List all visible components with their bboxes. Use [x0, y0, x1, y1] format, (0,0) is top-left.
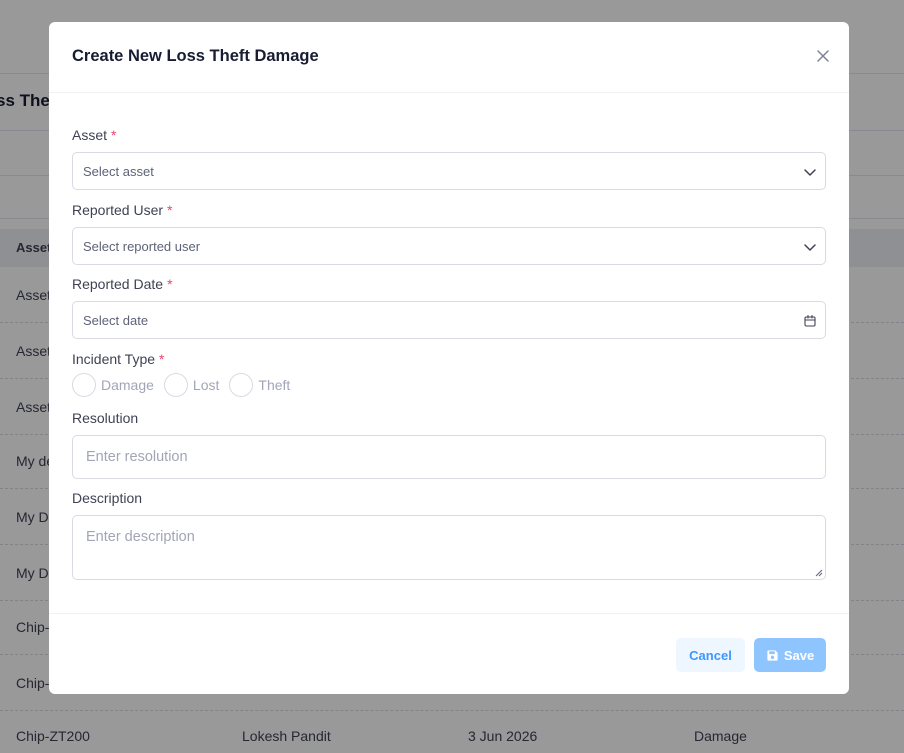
- chevron-down-icon: [804, 169, 816, 176]
- radio-button[interactable]: [72, 373, 96, 397]
- reported-user-select-placeholder: Select reported user: [83, 239, 201, 254]
- incident-type-radio-group: Damage Lost Theft: [72, 373, 300, 397]
- radio-button[interactable]: [163, 373, 188, 397]
- resolution-label: Resolution: [72, 410, 139, 426]
- incident-type-theft[interactable]: Theft: [229, 373, 290, 397]
- save-button-label: Save: [783, 647, 815, 663]
- incident-type-label: Incident Type *: [72, 351, 164, 367]
- description-textarea[interactable]: Enter description: [72, 515, 826, 580]
- description-label: Description: [72, 490, 143, 506]
- incident-type-damage[interactable]: Damage: [72, 373, 154, 397]
- asset-label: Asset *: [72, 127, 116, 143]
- asset-select[interactable]: Select asset: [72, 152, 826, 190]
- calendar-icon[interactable]: [803, 314, 817, 328]
- reported-user-select[interactable]: Select reported user: [72, 227, 826, 265]
- reported-date-picker[interactable]: Select date: [72, 301, 826, 339]
- resolution-placeholder: Enter resolution: [86, 449, 188, 465]
- modal-header: Create New Loss Theft Damage: [49, 22, 849, 93]
- reported-user-label-text: Reported User: [72, 202, 164, 218]
- required-marker: *: [167, 202, 173, 218]
- reported-date-label-text: Reported Date: [72, 276, 164, 292]
- required-marker: *: [111, 127, 117, 143]
- incident-type-label-text: Incident Type: [72, 351, 156, 367]
- asset-label-text: Asset: [72, 127, 108, 143]
- reported-date-label: Reported Date *: [72, 276, 173, 292]
- required-marker: *: [167, 276, 173, 292]
- radio-label: Lost: [192, 377, 220, 393]
- description-placeholder: Enter description: [86, 529, 195, 545]
- incident-type-lost[interactable]: Lost: [163, 373, 220, 397]
- save-button[interactable]: Save: [754, 638, 826, 672]
- radio-label: Theft: [258, 377, 291, 393]
- close-icon[interactable]: [815, 48, 831, 64]
- required-marker: *: [159, 351, 165, 367]
- reported-date-placeholder: Select date: [83, 313, 149, 328]
- floppy-disk-icon: [767, 649, 778, 661]
- create-loss-theft-damage-modal: Create New Loss Theft Damage Asset * Sele…: [49, 22, 849, 694]
- resize-handle-icon[interactable]: [815, 569, 823, 577]
- radio-label: Damage: [101, 377, 154, 393]
- asset-select-placeholder: Select asset: [83, 164, 154, 179]
- chevron-down-icon: [804, 244, 816, 251]
- modal-title: Create New Loss Theft Damage: [72, 47, 319, 65]
- cancel-button[interactable]: Cancel: [676, 638, 745, 672]
- reported-user-label: Reported User *: [72, 202, 173, 218]
- radio-button[interactable]: [229, 373, 254, 397]
- resolution-input[interactable]: Enter resolution: [72, 435, 826, 479]
- modal-footer: Cancel Save: [49, 613, 849, 694]
